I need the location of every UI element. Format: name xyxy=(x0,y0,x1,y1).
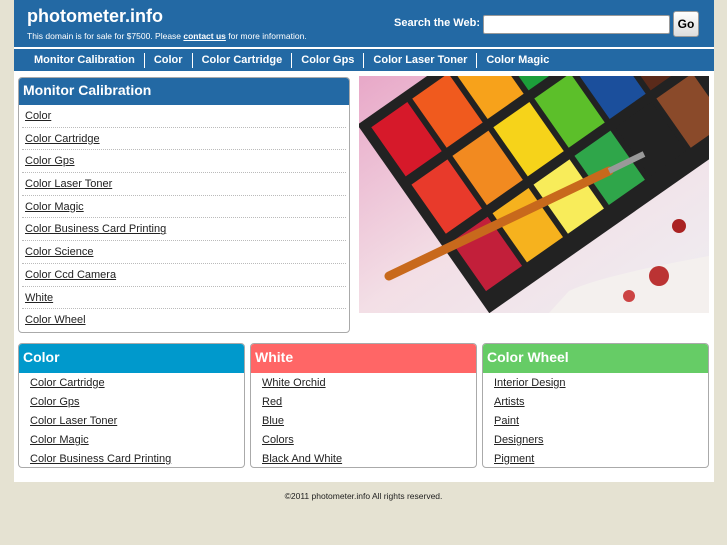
link-list: Interior Design Artists Paint Designers Pigm… xyxy=(483,373,708,467)
nav-bar: Monitor Calibration Color Color Cartridge C… xyxy=(14,49,714,71)
main-link[interactable]: White xyxy=(22,287,346,310)
main-link[interactable]: Color Ccd Camera xyxy=(22,264,346,287)
search-label: Search the Web: xyxy=(394,17,480,29)
main-link[interactable]: Color Business Card Printing xyxy=(22,218,346,242)
nav-item[interactable]: Color Magic xyxy=(476,52,558,68)
box-link[interactable]: Artists xyxy=(483,393,708,412)
site-logo[interactable]: photometer.info xyxy=(27,6,163,27)
main-link[interactable]: Color Science xyxy=(22,241,346,264)
box-link[interactable]: White Orchid xyxy=(251,374,476,393)
footer-copyright: ©2011 photometer.info All rights reserve… xyxy=(284,491,443,501)
box-link[interactable]: Paint xyxy=(483,412,708,431)
box-link[interactable]: Color Laser Toner xyxy=(19,412,244,431)
sale-text-suffix: for more information. xyxy=(225,31,307,41)
box-title: Monitor Calibration xyxy=(19,78,349,105)
box-link[interactable]: Designers xyxy=(483,431,708,450)
page-container: photometer.info This domain is for sale … xyxy=(14,0,714,482)
header: photometer.info This domain is for sale … xyxy=(14,0,714,47)
box-link[interactable]: Pigment xyxy=(483,450,708,467)
box-link[interactable]: Interior Design xyxy=(483,374,708,393)
nav-item[interactable]: Monitor Calibration xyxy=(26,53,144,68)
main-link[interactable]: Color Gps xyxy=(22,150,346,174)
go-button[interactable]: Go xyxy=(673,11,699,37)
search-input[interactable] xyxy=(483,15,670,34)
box-link[interactable]: Red xyxy=(251,393,476,412)
link-list: Color Color Cartridge Color Gps Color Laser… xyxy=(19,105,349,332)
contact-link[interactable]: contact us xyxy=(183,31,226,41)
main-link[interactable]: Color xyxy=(22,105,346,128)
box-title: Color Wheel xyxy=(483,344,708,373)
color-wheel-box: Color Wheel Interior Design Artists Paint D… xyxy=(482,343,709,468)
link-list: White Orchid Red Blue Colors Black And White xyxy=(251,373,476,467)
box-link[interactable]: Color Magic xyxy=(19,431,244,450)
main-link[interactable]: Color Magic xyxy=(22,196,346,219)
sale-text: This domain is for sale for $7500. Pleas… xyxy=(27,31,184,41)
box-link[interactable]: Black And White xyxy=(251,450,476,467)
monitor-calibration-box: Monitor Calibration Color Color Cartridge… xyxy=(18,77,350,333)
sale-notice: This domain is for sale for $7500. Pleas… xyxy=(27,31,307,41)
nav-item[interactable]: Color Gps xyxy=(291,52,363,68)
nav-item[interactable]: Color Cartridge xyxy=(191,52,292,68)
box-title: Color xyxy=(19,344,244,373)
nav-item[interactable]: Color Laser Toner xyxy=(363,52,476,68)
box-link[interactable]: Color Cartridge xyxy=(19,374,244,393)
box-link[interactable]: Blue xyxy=(251,412,476,431)
box-link[interactable]: Color Business Card Printing xyxy=(19,450,244,467)
link-list: Color Cartridge Color Gps Color Laser Tone… xyxy=(19,373,244,467)
main-link[interactable]: Color Wheel xyxy=(22,309,346,332)
paint-palette-photo xyxy=(359,76,709,313)
color-box: Color Color Cartridge Color Gps Color Lase… xyxy=(18,343,245,468)
main-link[interactable]: Color Laser Toner xyxy=(22,173,346,196)
box-link[interactable]: Color Gps xyxy=(19,393,244,412)
box-title: White xyxy=(251,344,476,373)
box-link[interactable]: Colors xyxy=(251,431,476,450)
nav-item[interactable]: Color xyxy=(143,52,192,68)
white-box: White White Orchid Red Blue Colors Black And… xyxy=(250,343,477,468)
main-link[interactable]: Color Cartridge xyxy=(22,128,346,151)
